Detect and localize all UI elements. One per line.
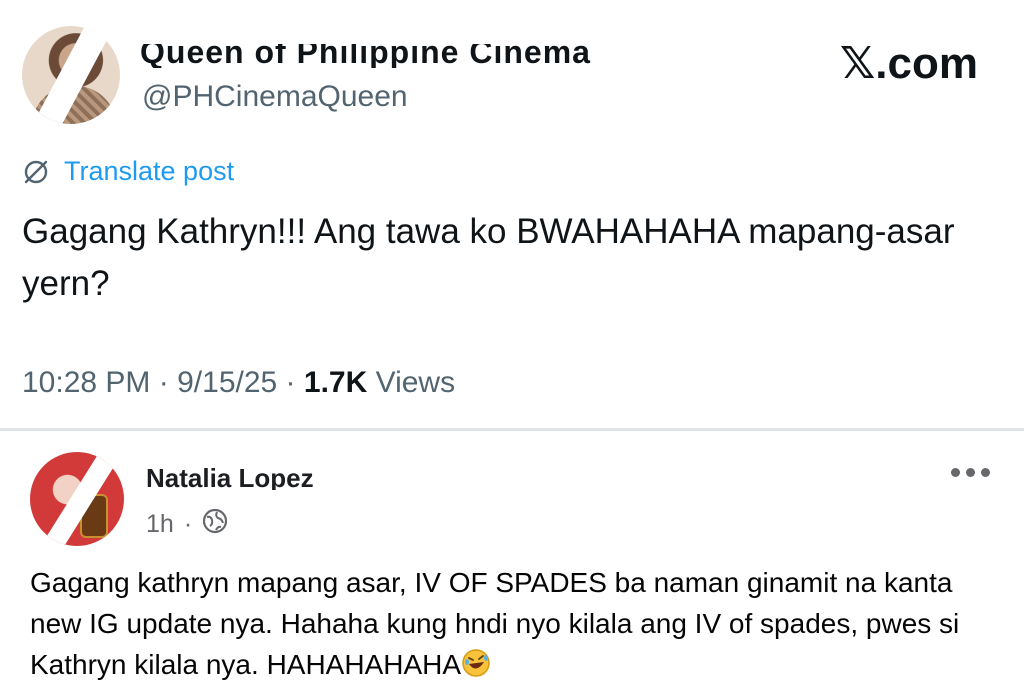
more-options-button[interactable] bbox=[951, 468, 990, 477]
tweet-views-label: Views bbox=[375, 366, 456, 399]
tweet-body: Gagang Kathryn!!! Ang tawa ko BWAHAHAHA … bbox=[22, 212, 955, 303]
translate-post-link[interactable]: Translate post bbox=[22, 156, 234, 187]
comment-author-name[interactable]: Natalia Lopez bbox=[146, 466, 314, 490]
tweet-time[interactable]: 10:28 PM bbox=[22, 366, 150, 399]
dot-icon bbox=[981, 468, 990, 477]
comment-age[interactable]: 1h bbox=[146, 510, 174, 539]
translate-icon bbox=[22, 158, 50, 186]
comment-author-avatar[interactable] bbox=[30, 452, 124, 546]
tweet-author-handle[interactable]: @PHCinemaQueen bbox=[142, 82, 408, 112]
comment-body-text: Gagang kathryn mapang asar, IV OF SPADES… bbox=[30, 567, 960, 680]
meta-separator: · bbox=[285, 366, 296, 399]
x-brand-watermark: 𝕏.com bbox=[839, 39, 978, 88]
comment-body: Gagang kathryn mapang asar, IV OF SPADES… bbox=[30, 562, 1000, 685]
meta-separator: · bbox=[183, 510, 193, 538]
tweet-author-avatar[interactable] bbox=[22, 26, 120, 124]
rofl-emoji-icon bbox=[461, 648, 491, 678]
translate-post-label: Translate post bbox=[64, 156, 235, 186]
comment-card: Natalia Lopez 1h · Gagang kathryn mapang… bbox=[0, 432, 1024, 690]
tweet-meta: 10:28 PM · 9/15/25 · 1.7K Views bbox=[22, 366, 455, 400]
section-divider bbox=[0, 428, 1024, 431]
meta-separator: · bbox=[158, 366, 169, 399]
comment-meta: 1h · bbox=[146, 508, 228, 541]
tweet-author-handle-text: @PHCinemaQueen bbox=[142, 80, 408, 113]
tweet-author-name[interactable]: Queen of Philippine Cinema bbox=[140, 36, 591, 68]
dot-icon bbox=[966, 468, 975, 477]
tweet-card: Queen of Philippine Cinema @PHCinemaQuee… bbox=[0, 0, 1024, 425]
dot-icon bbox=[951, 468, 960, 477]
tweet-date[interactable]: 9/15/25 bbox=[177, 366, 277, 399]
tweet-views-count[interactable]: 1.7K bbox=[304, 366, 367, 399]
tweet-author-name-text: Queen of Philippine Cinema bbox=[140, 36, 591, 68]
globe-icon bbox=[202, 508, 228, 541]
